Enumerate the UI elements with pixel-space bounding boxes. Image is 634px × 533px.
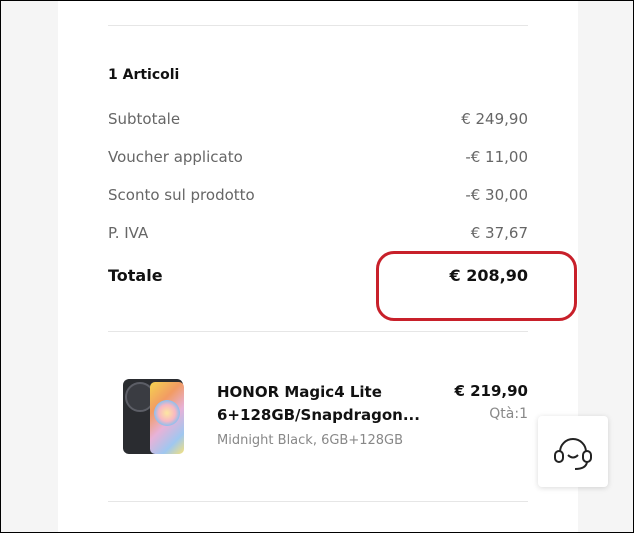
- screenshot-border: [0, 0, 634, 533]
